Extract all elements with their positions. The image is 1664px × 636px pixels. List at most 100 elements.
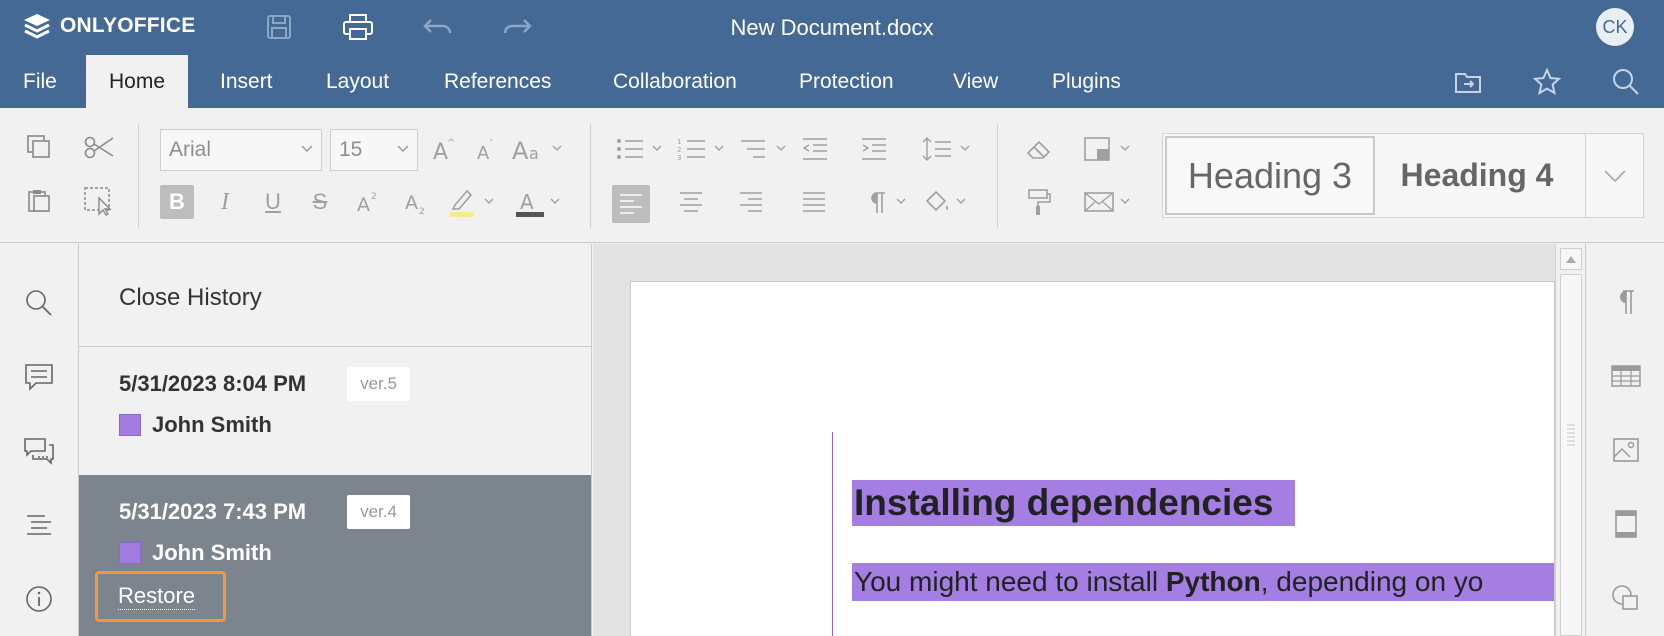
chevron-down-icon — [1603, 169, 1626, 182]
mail-merge-button[interactable] — [1082, 185, 1138, 219]
version-item[interactable]: 5/31/2023 8:04 PM ver.5 John Smith — [79, 347, 591, 475]
chevron-down-icon — [301, 145, 313, 153]
decrease-indent-button[interactable] — [798, 132, 832, 166]
multilevel-list-icon — [741, 140, 786, 158]
highlight-color-button[interactable] — [446, 185, 500, 219]
bold-button[interactable]: B — [160, 185, 194, 219]
line-spacing-button[interactable] — [920, 132, 976, 166]
version-badge: ver.4 — [347, 495, 410, 529]
strikethrough-glyph: S — [312, 189, 328, 214]
document-page[interactable]: Installing dependencies You might need t… — [630, 281, 1555, 636]
tab-view[interactable]: View — [930, 55, 1021, 108]
comment-icon — [25, 364, 53, 391]
vertical-scrollbar[interactable] — [1555, 244, 1585, 636]
open-file-location-button[interactable] — [1454, 68, 1482, 96]
decrease-font-button[interactable]: Aˇ — [468, 132, 502, 166]
multilevel-list-button[interactable] — [738, 132, 794, 166]
styles-expand-button[interactable] — [1585, 134, 1643, 217]
document-canvas[interactable]: Installing dependencies You might need t… — [593, 244, 1585, 636]
app-window: ONLYOFFICE New Document.docx CK File Hom… — [0, 0, 1664, 636]
header-footer-icon — [1615, 510, 1637, 538]
scrollbar-thumb[interactable] — [1560, 274, 1582, 636]
chat-icon — [24, 438, 54, 465]
strikethrough-button[interactable]: S — [303, 185, 337, 219]
paste-button[interactable] — [22, 184, 56, 218]
table-icon — [1611, 365, 1641, 387]
scissors-icon — [84, 136, 114, 159]
version-author: John Smith — [152, 412, 272, 437]
version-date: 5/31/2023 8:04 PM — [119, 371, 307, 396]
change-bar — [832, 432, 833, 636]
navigation-panel-button[interactable] — [20, 506, 58, 544]
version-badge: ver.5 — [347, 367, 410, 401]
underline-button[interactable]: U — [256, 185, 290, 219]
font-color-button[interactable]: A — [512, 185, 566, 219]
font-name-combo[interactable]: Arial — [160, 129, 322, 171]
numbering-button[interactable]: 123 — [676, 132, 732, 166]
align-center-button[interactable] — [674, 185, 708, 219]
justify-button[interactable] — [797, 185, 831, 219]
increase-font-button[interactable]: A ^ — [426, 132, 460, 166]
shape-settings-button[interactable] — [1608, 580, 1644, 616]
style-heading-3[interactable]: Heading 3 — [1165, 136, 1375, 215]
ribbon-tab-bar: File Home Insert Layout References Colla… — [0, 55, 1664, 108]
font-size-value: 15 — [339, 138, 363, 161]
chat-panel-button[interactable] — [20, 432, 58, 470]
italic-button[interactable]: I — [208, 185, 242, 219]
search-panel-button[interactable] — [20, 284, 58, 322]
superscript-button[interactable]: A2 — [351, 185, 385, 219]
styles-gallery: Heading 3 Heading 4 — [1162, 133, 1644, 218]
subscript-button[interactable]: A2 — [399, 185, 433, 219]
svg-text:2: 2 — [677, 146, 681, 154]
grip-icon — [1567, 424, 1575, 446]
copy-button[interactable] — [22, 130, 56, 164]
scroll-up-button[interactable] — [1560, 248, 1582, 270]
tab-layout[interactable]: Layout — [303, 55, 412, 108]
table-settings-button[interactable] — [1608, 358, 1644, 394]
align-left-icon — [620, 194, 642, 214]
header-footer-settings-button[interactable] — [1608, 506, 1644, 542]
folder-arrow-icon — [1455, 73, 1481, 93]
pilcrow-icon — [871, 192, 906, 213]
svg-text:3: 3 — [677, 154, 681, 161]
shading-button[interactable] — [922, 185, 974, 219]
favorite-button[interactable] — [1532, 67, 1562, 96]
svg-text:A: A — [405, 192, 418, 214]
svg-text:A: A — [433, 140, 448, 162]
tab-home[interactable]: Home — [86, 55, 189, 108]
font-size-combo[interactable]: 15 — [330, 129, 418, 171]
paragraph-settings-button[interactable] — [1608, 284, 1644, 320]
select-all-button[interactable] — [82, 184, 116, 218]
tab-collaboration[interactable]: Collaboration — [590, 55, 760, 108]
tab-plugins[interactable]: Plugins — [1029, 55, 1144, 108]
restore-button[interactable]: Restore — [95, 571, 226, 622]
about-button[interactable] — [20, 580, 58, 618]
user-avatar[interactable]: CK — [1596, 8, 1634, 46]
document-heading[interactable]: Installing dependencies — [852, 480, 1296, 526]
version-item-selected[interactable]: 5/31/2023 7:43 PM ver.4 John Smith Resto… — [79, 475, 591, 636]
tab-file[interactable]: File — [0, 55, 80, 108]
tab-insert[interactable]: Insert — [197, 55, 296, 108]
cut-button[interactable] — [82, 130, 116, 164]
align-left-button[interactable] — [612, 185, 650, 223]
increase-indent-button[interactable] — [857, 132, 891, 166]
select-all-icon — [84, 187, 112, 216]
search-button[interactable] — [1612, 68, 1640, 96]
italic-glyph: I — [221, 188, 229, 215]
change-case-button[interactable]: Aa — [510, 132, 566, 166]
bullets-button[interactable] — [614, 132, 670, 166]
comments-panel-button[interactable] — [20, 358, 58, 396]
tab-protection[interactable]: Protection — [776, 55, 917, 108]
nonprinting-characters-button[interactable] — [862, 185, 914, 219]
color-scheme-button[interactable] — [1082, 132, 1138, 166]
align-right-button[interactable] — [734, 185, 768, 219]
tab-references[interactable]: References — [421, 55, 574, 108]
copy-style-button[interactable] — [1022, 185, 1056, 219]
style-heading-4[interactable]: Heading 4 — [1377, 136, 1577, 215]
close-history-button[interactable]: Close History — [79, 244, 591, 347]
image-settings-button[interactable] — [1608, 432, 1644, 468]
paste-icon — [28, 190, 50, 212]
justify-icon — [803, 192, 825, 212]
clear-style-button[interactable] — [1022, 132, 1056, 166]
document-paragraph[interactable]: You might need to install Python, depend… — [852, 563, 1554, 601]
